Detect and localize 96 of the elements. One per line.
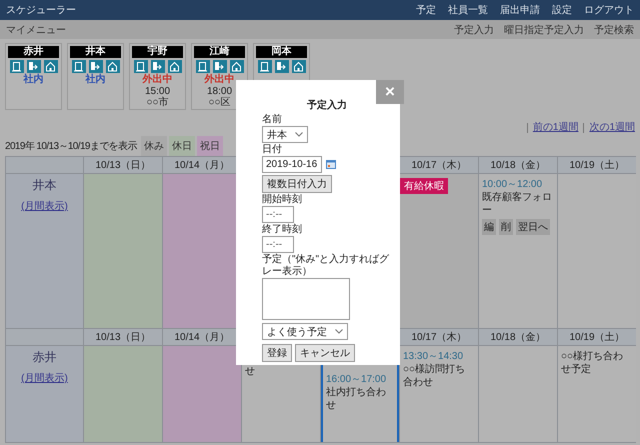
field-label: 開始時刻	[262, 194, 302, 206]
day-header: 10/13（日）	[84, 329, 162, 345]
member-name: 江崎	[194, 46, 245, 58]
member-name: 井本	[32, 177, 56, 194]
destination: ○○区	[208, 97, 231, 108]
legend-badge: 休み	[140, 136, 167, 156]
home-button[interactable]	[230, 60, 244, 73]
week-link[interactable]: 前の1週間	[526, 123, 578, 133]
legend-badge: 休日	[168, 136, 195, 156]
outing-button[interactable]	[212, 60, 226, 73]
house-icon	[45, 61, 56, 72]
status-label: 外出中	[204, 74, 234, 86]
date-range: 2019年 10/13～10/19までを表示	[5, 140, 137, 153]
event-time: 13:30～14:30	[403, 350, 464, 363]
event-title: 既存顧客フォロー	[482, 191, 553, 217]
person-arrow-icon	[90, 61, 101, 72]
select-field[interactable]: よく使う予定	[262, 323, 348, 340]
nav-link[interactable]: ログアウト	[584, 3, 634, 17]
event-time: 10:00～12:00	[482, 178, 544, 191]
member-name: 宇野	[132, 46, 183, 58]
event-action-button[interactable]: 編	[482, 219, 496, 235]
member-name: 井本	[70, 46, 121, 58]
schedule-textarea[interactable]	[262, 278, 350, 320]
event-action-button[interactable]: 削	[499, 219, 513, 235]
person-arrow-icon	[28, 61, 39, 72]
app-title: スケジューラー	[6, 4, 77, 17]
person-arrow-icon	[152, 61, 163, 72]
office-button[interactable]	[258, 60, 272, 73]
home-button[interactable]	[292, 60, 306, 73]
nav-link[interactable]: 社員一覧	[448, 3, 488, 17]
outing-button[interactable]	[88, 60, 102, 73]
week-link[interactable]: 次の1週間	[583, 123, 635, 133]
office-button[interactable]	[72, 60, 86, 73]
status-label: 外出中	[142, 74, 172, 86]
menu-link[interactable]: 予定入力	[454, 22, 494, 36]
person-arrow-icon	[214, 61, 225, 72]
month-view-link[interactable]: (月間表示)	[21, 199, 68, 213]
return-time: 15:00	[144, 86, 170, 97]
status-label: 社内	[86, 74, 106, 86]
office-button[interactable]	[10, 60, 24, 73]
return-time: 18:00	[206, 86, 232, 97]
outing-button[interactable]	[150, 60, 164, 73]
menu-link[interactable]: 曜日指定予定入力	[504, 22, 584, 36]
home-button[interactable]	[168, 60, 182, 73]
house-icon	[169, 61, 180, 72]
event-title: 社内打ち合わせ	[326, 386, 387, 412]
day-header: 10/17（木）	[400, 157, 478, 173]
destination: ○○市	[146, 97, 169, 108]
chevron-down-icon	[335, 329, 343, 334]
dialog-button[interactable]: 登録	[262, 344, 292, 362]
field-label: 終了時刻	[262, 224, 302, 236]
event-title: せ	[245, 365, 256, 378]
calendar-icon[interactable]	[326, 160, 336, 169]
office-button[interactable]	[134, 60, 148, 73]
home-button[interactable]	[44, 60, 58, 73]
dialog-title: 予定入力	[307, 98, 347, 112]
event-title: ○○様訪問打ち合わせ	[403, 363, 466, 389]
leave-badge: 有給休暇	[400, 178, 448, 194]
outing-button[interactable]	[274, 60, 288, 73]
event-time: 16:00～17:00	[326, 373, 388, 386]
multi-date-button[interactable]: 複数日付入力	[262, 175, 332, 193]
legend-badge: 祝日	[196, 136, 223, 156]
menu-link[interactable]: 予定検索	[594, 22, 634, 36]
date-field[interactable]: 2019-10-16	[262, 156, 322, 173]
day-header: 10/19（土）	[558, 157, 636, 173]
day-header: 10/17（木）	[400, 329, 478, 345]
event-title: ○○様打ち合わせ予定	[561, 350, 624, 376]
office-button[interactable]	[196, 60, 210, 73]
house-icon	[231, 61, 242, 72]
member-name: 赤井	[32, 349, 56, 366]
member-name: 赤井	[8, 46, 59, 58]
event-action-button[interactable]: 翌日へ	[516, 219, 550, 235]
outing-button[interactable]	[26, 60, 40, 73]
person-arrow-icon	[276, 61, 287, 72]
day-header: 10/18（金）	[479, 157, 557, 173]
nav-link[interactable]: 設定	[552, 3, 572, 17]
house-icon	[293, 61, 304, 72]
select-field[interactable]: 井本	[262, 126, 308, 143]
status-label: 社内	[24, 74, 44, 86]
chevron-down-icon	[295, 132, 303, 137]
month-view-link[interactable]: (月間表示)	[21, 371, 68, 385]
nav-link[interactable]: 予定	[416, 3, 436, 17]
field-label: 日付	[262, 144, 282, 156]
day-header: 10/19（土）	[558, 329, 636, 345]
house-icon	[107, 61, 118, 72]
time-field[interactable]: --:--	[262, 236, 294, 253]
day-header: 10/18（金）	[479, 329, 557, 345]
menu-title: マイメニュー	[6, 24, 67, 36]
day-header: 10/13（日）	[84, 157, 162, 173]
nav-link[interactable]: 届出申請	[500, 3, 540, 17]
member-name: 岡本	[256, 46, 307, 58]
time-field[interactable]: --:--	[262, 206, 294, 223]
home-button[interactable]	[106, 60, 120, 73]
dialog-button[interactable]: キャンセル	[295, 344, 355, 362]
field-label: 予定（"休み"と入力すればグレー表示）	[262, 254, 390, 278]
field-label: 名前	[262, 114, 282, 126]
